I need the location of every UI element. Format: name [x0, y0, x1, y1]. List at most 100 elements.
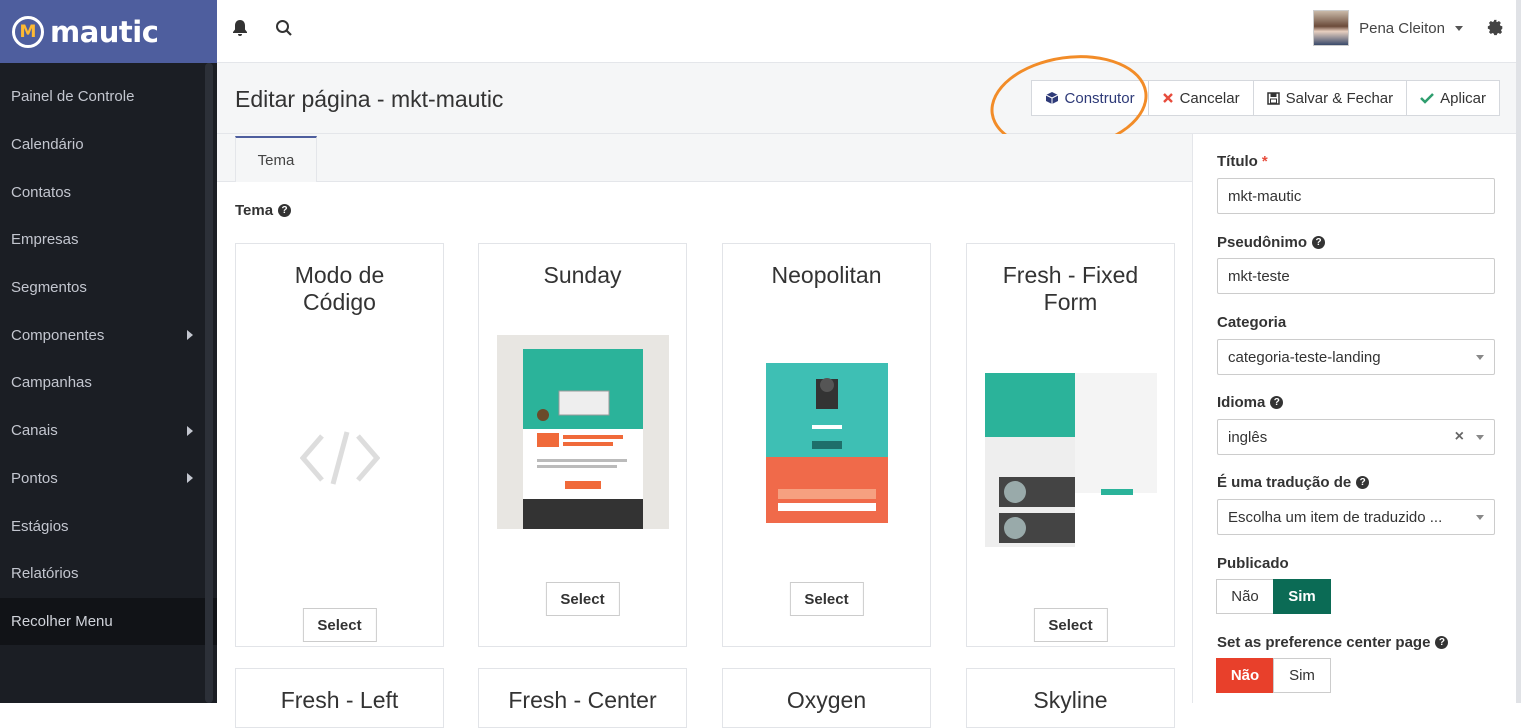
sidebar-item-label: Pontos	[11, 469, 58, 487]
close-icon	[1162, 92, 1174, 104]
sidebar-item-dashboard[interactable]: Painel de Controle	[0, 73, 217, 121]
theme-title: Oxygen	[786, 687, 867, 713]
theme-panel: Tema ? Modo de Código Select Sunday Sele…	[217, 182, 1192, 728]
preference-label-text: Set as preference center page	[1217, 634, 1431, 651]
select-button[interactable]: Select	[789, 582, 864, 616]
sidebar-item-points[interactable]: Pontos	[0, 455, 217, 503]
sidebar-nav: Painel de Controle Calendário Contatos E…	[0, 73, 217, 646]
title-label: Título *	[1217, 153, 1268, 170]
sidebar-item-label: Recolher Menu	[11, 612, 113, 630]
preference-center-toggle: Não Sim	[1216, 658, 1331, 693]
alias-input[interactable]: mkt-teste	[1217, 258, 1495, 294]
translation-value: Escolha um item de traduzido ...	[1228, 508, 1443, 526]
theme-title: Fresh - Fixed Form	[1002, 262, 1139, 315]
category-label-text: Categoria	[1217, 314, 1287, 331]
brand-name: mautic	[50, 14, 159, 49]
published-toggle: Não Sim	[1216, 579, 1331, 614]
sidebar-item-label: Canais	[11, 422, 58, 440]
preference-no-option[interactable]: Não	[1216, 658, 1274, 693]
sidebar: M mautic Painel de Controle Calendário C…	[0, 0, 217, 703]
theme-card-oxygen[interactable]: Oxygen	[722, 668, 931, 728]
brand-logo[interactable]: M mautic	[0, 0, 217, 63]
title-label-text: Título	[1217, 153, 1258, 170]
apply-button[interactable]: Aplicar	[1406, 80, 1500, 116]
sidebar-scrollbar[interactable]	[205, 63, 213, 703]
sidebar-item-calendar[interactable]: Calendário	[0, 121, 217, 169]
help-icon[interactable]: ?	[1312, 236, 1326, 249]
theme-card-fresh-center[interactable]: Fresh - Center	[478, 668, 687, 728]
gear-icon[interactable]	[1487, 19, 1504, 41]
translation-label-text: É uma tradução de	[1217, 474, 1352, 491]
tab-bar: Tema	[217, 134, 1192, 183]
category-value: categoria-teste-landing	[1228, 348, 1381, 366]
translation-select[interactable]: Escolha um item de traduzido ...	[1217, 499, 1495, 535]
preference-yes-option[interactable]: Sim	[1273, 658, 1331, 693]
sidebar-item-campaigns[interactable]: Campanhas	[0, 359, 217, 407]
sidebar-item-companies[interactable]: Empresas	[0, 216, 217, 264]
code-icon	[299, 428, 381, 493]
theme-title: Neopolitan	[771, 262, 882, 288]
check-icon	[1420, 92, 1435, 104]
sidebar-item-channels[interactable]: Canais	[0, 407, 217, 455]
bell-icon[interactable]	[232, 19, 248, 42]
caret-down-icon	[1455, 25, 1463, 31]
help-icon[interactable]: ?	[1356, 476, 1370, 489]
published-label-text: Publicado	[1217, 555, 1289, 572]
clear-icon[interactable]: ×	[1455, 428, 1464, 446]
sidebar-item-reports[interactable]: Relatórios	[0, 550, 217, 598]
theme-card-fresh-fixed[interactable]: Fresh - Fixed Form Select	[966, 243, 1175, 647]
neopolitan-preview	[766, 345, 888, 528]
title-input[interactable]: mkt-mautic	[1217, 178, 1495, 214]
tab-theme[interactable]: Tema	[235, 136, 317, 183]
theme-title: Sunday	[543, 262, 622, 288]
sidebar-item-label: Painel de Controle	[11, 88, 135, 106]
preference-center-label: Set as preference center page?	[1217, 634, 1449, 651]
help-icon[interactable]: ?	[278, 204, 292, 217]
language-select[interactable]: inglês ×	[1217, 419, 1495, 455]
search-icon[interactable]	[275, 19, 293, 42]
page-scrollbar[interactable]	[1516, 0, 1521, 703]
chevron-right-icon	[187, 473, 193, 484]
topbar: Pena Cleiton	[217, 0, 1521, 63]
save-icon	[1266, 91, 1280, 105]
theme-card-neopolitan[interactable]: Neopolitan Select	[722, 243, 931, 647]
alias-label: Pseudônimo?	[1217, 234, 1326, 251]
language-label: Idioma?	[1217, 394, 1284, 411]
theme-title: Fresh - Left	[280, 687, 399, 713]
published-yes-option[interactable]: Sim	[1273, 579, 1331, 614]
theme-card-sunday[interactable]: Sunday Select	[478, 243, 687, 647]
sidebar-item-segments[interactable]: Segmentos	[0, 264, 217, 312]
sidebar-collapse-menu[interactable]: Recolher Menu	[0, 597, 217, 646]
user-menu[interactable]: Pena Cleiton	[1313, 10, 1463, 46]
language-label-text: Idioma	[1217, 394, 1266, 411]
theme-card-code-mode[interactable]: Modo de Código Select	[235, 243, 444, 647]
alias-label-text: Pseudônimo	[1217, 234, 1308, 251]
select-button[interactable]: Select	[302, 608, 377, 642]
translation-label: É uma tradução de?	[1217, 474, 1370, 491]
avatar	[1313, 10, 1350, 46]
theme-title: Fresh - Center	[508, 687, 657, 713]
theme-title: Skyline	[1033, 687, 1108, 713]
help-icon[interactable]: ?	[1435, 636, 1449, 649]
cancel-button[interactable]: Cancelar	[1147, 80, 1254, 116]
category-select[interactable]: categoria-teste-landing	[1217, 339, 1495, 375]
sidebar-item-contacts[interactable]: Contatos	[0, 168, 217, 216]
theme-card-fresh-left[interactable]: Fresh - Left	[235, 668, 444, 728]
sidebar-item-components[interactable]: Componentes	[0, 311, 217, 359]
chevron-right-icon	[187, 425, 193, 436]
sidebar-item-stages[interactable]: Estágios	[0, 502, 217, 550]
save-close-button[interactable]: Salvar & Fechar	[1252, 80, 1408, 116]
sidebar-item-label: Calendário	[11, 136, 84, 154]
published-no-option[interactable]: Não	[1216, 579, 1274, 614]
theme-card-skyline[interactable]: Skyline	[966, 668, 1175, 728]
mautic-logo-icon: M	[12, 15, 44, 48]
language-value: inglês	[1228, 428, 1268, 446]
sidebar-item-label: Contatos	[11, 183, 72, 201]
chevron-right-icon	[187, 330, 193, 341]
required-marker: *	[1261, 153, 1268, 170]
select-button[interactable]: Select	[1033, 608, 1108, 642]
select-button[interactable]: Select	[545, 582, 620, 616]
sidebar-item-label: Relatórios	[11, 565, 79, 583]
sidebar-item-label: Campanhas	[11, 374, 92, 392]
help-icon[interactable]: ?	[1270, 396, 1284, 409]
